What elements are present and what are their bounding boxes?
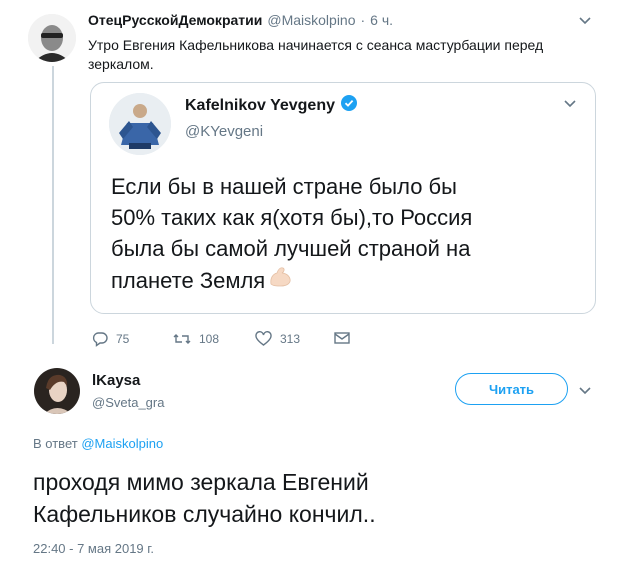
- user-handle[interactable]: @Maiskolpino: [267, 12, 355, 28]
- verified-badge-icon: [341, 95, 357, 116]
- tweet-time[interactable]: 6 ч.: [370, 12, 393, 28]
- envelope-icon: [334, 331, 350, 345]
- quoted-text-line: Если бы в нашей стране было бы: [111, 174, 457, 199]
- reply-timestamp[interactable]: 22:40 - 7 мая 2019 г.: [33, 541, 154, 556]
- display-name[interactable]: ОтецРусскойДемократии: [88, 12, 262, 28]
- avatar-reply[interactable]: [34, 368, 80, 414]
- retweet-action[interactable]: 108: [173, 331, 219, 347]
- reply-count: 75: [116, 332, 130, 346]
- tweet-text-line: зеркалом.: [88, 56, 154, 72]
- reply-icon: [92, 331, 108, 347]
- flexed-biceps-emoji-icon: [267, 264, 293, 296]
- reply-context: В ответ @Maiskolpino: [33, 436, 163, 451]
- follow-button[interactable]: Читать: [455, 373, 568, 405]
- avatar-quoted[interactable]: [109, 93, 171, 155]
- retweet-icon: [173, 331, 191, 347]
- thread-line: [52, 66, 54, 344]
- quoted-tweet-card[interactable]: Kafelnikov Yevgeny @KYevgeni Если бы в н…: [90, 82, 596, 314]
- chevron-down-icon[interactable]: [578, 384, 592, 398]
- quoted-display-name[interactable]: Kafelnikov Yevgeny: [185, 97, 335, 115]
- separator-dot: ·: [360, 12, 366, 28]
- chevron-down-icon[interactable]: [578, 14, 592, 28]
- quoted-text: Если бы в нашей стране было бы 50% таких…: [111, 171, 472, 296]
- quoted-handle[interactable]: @KYevgeni: [185, 123, 263, 140]
- chevron-down-icon[interactable]: [563, 97, 577, 111]
- reply-display-name[interactable]: lKaysa: [92, 372, 140, 389]
- quoted-text-line: 50% таких как я(хотя бы),то Россия: [111, 205, 473, 230]
- reply-user-handle[interactable]: @Sveta_gra: [92, 395, 164, 410]
- avatar-main[interactable]: [28, 14, 76, 62]
- reply-text-line: Кафельников случайно кончил..: [33, 501, 376, 527]
- retweet-count: 108: [199, 332, 220, 346]
- reply-text-line: проходя мимо зеркала Евгений: [33, 469, 369, 495]
- tweet-text-line: Утро Евгения Кафельникова начинается с с…: [88, 37, 544, 53]
- tweet-text: Утро Евгения Кафельникова начинается с с…: [88, 36, 543, 74]
- like-action[interactable]: 313: [255, 331, 300, 347]
- reply-to-link[interactable]: @Maiskolpino: [81, 436, 163, 451]
- quoted-text-line: была бы самой лучшей страной на: [111, 236, 471, 261]
- reply-text: проходя мимо зеркала Евгений Кафельников…: [33, 466, 376, 530]
- reply-action[interactable]: 75: [92, 331, 129, 347]
- heart-icon: [255, 331, 272, 347]
- quoted-text-line: планете Земля: [111, 267, 266, 293]
- like-count: 313: [280, 332, 301, 346]
- reply-prefix: В ответ: [33, 436, 78, 451]
- direct-message-action[interactable]: [334, 331, 350, 345]
